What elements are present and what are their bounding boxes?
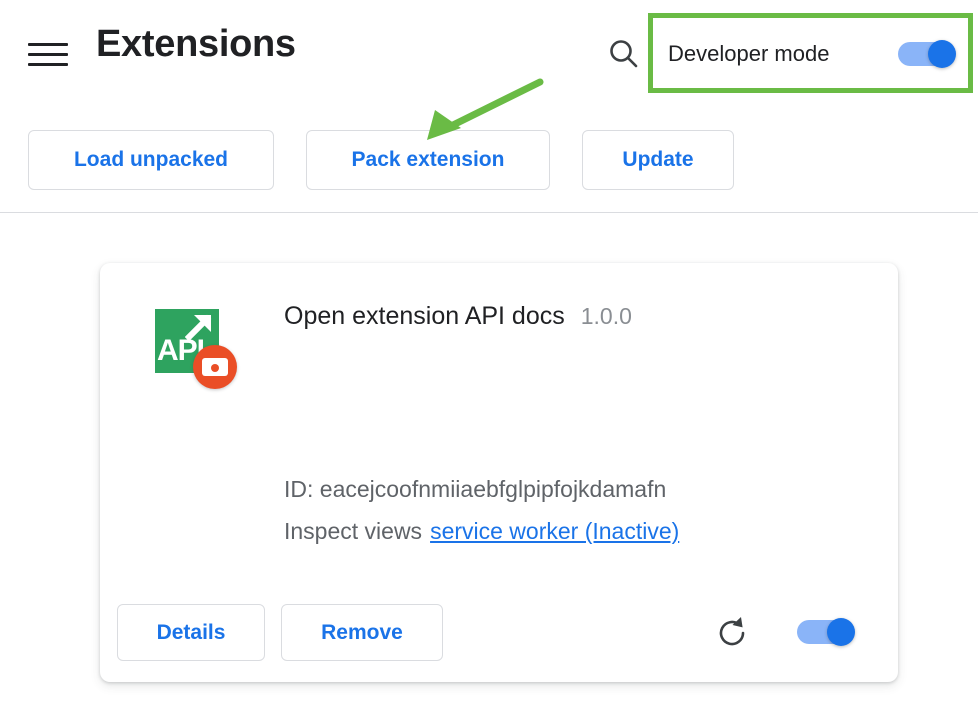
extension-card: API Open extension API docs 1.0.0 ID: ea… [100,263,898,682]
extension-actions-row: Load unpacked Pack extension Update [0,130,978,194]
page-title: Extensions [96,23,296,66]
toggle-knob [827,618,855,646]
extension-version: 1.0.0 [581,303,632,330]
extensions-page: Extensions Developer mode Load unpacked … [0,0,978,720]
toolbar-divider [0,212,978,213]
hamburger-menu-icon[interactable] [28,34,72,74]
remove-button[interactable]: Remove [281,604,443,661]
external-link-arrow-icon [185,313,215,341]
hamburger-bar [28,43,68,46]
developer-mode-label: Developer mode [668,41,829,67]
hamburger-bar [28,63,68,66]
toggle-knob [928,40,956,68]
developer-mode-toggle[interactable] [898,40,958,68]
developer-mode-control[interactable]: Developer mode [668,33,958,75]
extension-name: Open extension API docs [284,302,565,331]
inspect-views-row: Inspect views service worker (Inactive) [284,518,679,545]
api-docs-extension-icon: API [155,309,223,377]
inspect-views-label: Inspect views [284,518,422,544]
update-button[interactable]: Update [582,130,734,190]
extension-enabled-toggle[interactable] [797,618,857,646]
page-toolbar: Extensions Developer mode [0,0,978,104]
load-unpacked-button[interactable]: Load unpacked [28,130,274,190]
details-button[interactable]: Details [117,604,265,661]
hamburger-bar [28,53,68,56]
extension-id: ID: eacejcoofnmiiaebfglpipfojkdamafn [284,476,666,503]
extension-badge-icon [193,345,237,389]
inspect-views-link[interactable]: service worker (Inactive) [430,518,679,544]
reload-icon[interactable] [714,615,750,651]
pack-extension-button[interactable]: Pack extension [306,130,550,190]
badge-center-dot [211,364,219,372]
extension-title-row: Open extension API docs 1.0.0 [284,302,632,331]
search-icon[interactable] [606,36,642,72]
